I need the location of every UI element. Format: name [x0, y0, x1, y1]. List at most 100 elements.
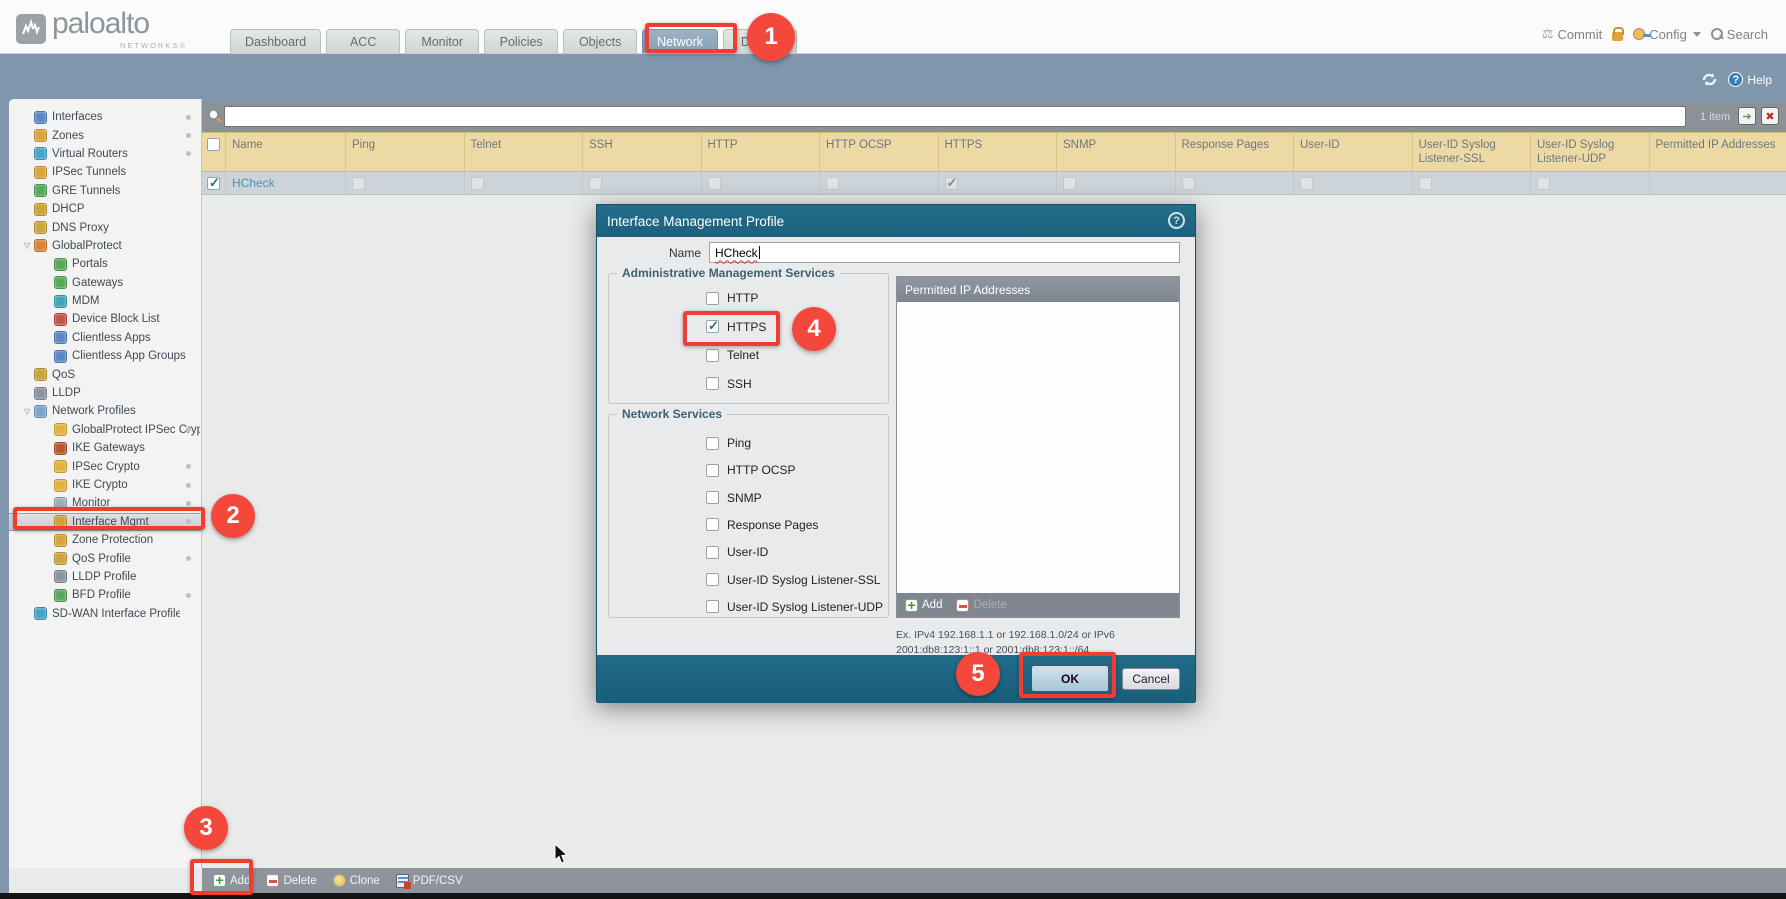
tree-expand-icon[interactable]: ▽	[24, 241, 34, 250]
dialog-help-icon[interactable]: ?	[1168, 212, 1185, 229]
permitted-add-icon	[905, 599, 918, 612]
column-header-ssh[interactable]: SSH	[583, 133, 702, 171]
sidebar-item-bfd-profile[interactable]: BFD Profile	[9, 586, 201, 604]
clear-filter-button[interactable]	[1761, 107, 1779, 125]
column-header-ping[interactable]: Ping	[346, 133, 465, 171]
name-label: Name	[597, 246, 701, 260]
sidebar-item-zones[interactable]: Zones	[9, 126, 201, 144]
sidebar-item-label: GlobalProtect	[52, 240, 122, 252]
network-services-checkbox-user-id-syslog-listener-ssl[interactable]	[706, 573, 719, 586]
column-header-user-id-syslog-listener-ssl[interactable]: User-ID Syslog Listener-SSL	[1413, 133, 1532, 171]
profiles-table: NamePingTelnetSSHHTTPHTTP OCSPHTTPSSNMPR…	[202, 132, 1786, 195]
network-services-checkbox-http-ocsp[interactable]	[706, 464, 719, 477]
sidebar-item-interface-mgmt[interactable]: Interface Mgmt	[9, 513, 201, 531]
sidebar-item-qos-profile[interactable]: QoS Profile	[9, 549, 201, 567]
sidebar-item-label: Monitor	[72, 497, 110, 509]
clone-button[interactable]: Clone	[333, 874, 380, 887]
text-caret	[759, 246, 760, 259]
permitted-add-button[interactable]: Add	[905, 599, 942, 612]
network-services-checkbox-user-id[interactable]	[706, 546, 719, 559]
sidebar-item-device-block-list[interactable]: Device Block List	[9, 310, 201, 328]
zones-icon	[34, 129, 47, 142]
network-services-checkbox-ping[interactable]	[706, 437, 719, 450]
column-header-telnet[interactable]: Telnet	[465, 133, 584, 171]
column-header-snmp[interactable]: SNMP	[1057, 133, 1176, 171]
sidebar-item-ipsec-tunnels[interactable]: IPSec Tunnels	[9, 163, 201, 181]
sidebar-item-monitor[interactable]: Monitor	[9, 494, 201, 512]
network-services-checkbox-snmp[interactable]	[706, 491, 719, 504]
sidebar-item-clientless-apps[interactable]: Clientless Apps	[9, 329, 201, 347]
sidebar-item-label: Clientless App Groups	[72, 350, 186, 362]
admin-services-checkbox-http[interactable]	[706, 292, 719, 305]
sidebar-item-zone-protection[interactable]: Zone Protection	[9, 531, 201, 549]
sidebar-item-gateways[interactable]: Gateways	[9, 274, 201, 292]
commit-button[interactable]: ⚖ Commit	[1542, 26, 1602, 42]
tab-monitor[interactable]: Monitor	[405, 29, 479, 53]
filter-input[interactable]	[224, 106, 1686, 127]
tab-dashboard[interactable]: Dashboard	[230, 29, 321, 53]
column-header-user-id[interactable]: User-ID	[1294, 133, 1413, 171]
column-header-http-ocsp[interactable]: HTTP OCSP	[820, 133, 939, 171]
sidebar-item-qos[interactable]: QoS	[9, 365, 201, 383]
ok-button[interactable]: OK	[1031, 665, 1109, 692]
sidebar-item-gre-tunnels[interactable]: GRE Tunnels	[9, 182, 201, 200]
tab-acc[interactable]: ACC	[326, 29, 400, 53]
dialog-footer: OK Cancel	[597, 655, 1195, 703]
column-header-user-id-syslog-listener-udp[interactable]: User-ID Syslog Listener-UDP	[1531, 133, 1650, 171]
sidebar-item-lldp[interactable]: LLDP	[9, 384, 201, 402]
sidebar-item-globalprotect-ipsec-crypt[interactable]: GlobalProtect IPSec Crypt	[9, 421, 201, 439]
sidebar-item-ipsec-crypto[interactable]: IPSec Crypto	[9, 457, 201, 475]
tree-expand-icon[interactable]: ▽	[24, 407, 34, 416]
sidebar-item-lldp-profile[interactable]: LLDP Profile	[9, 568, 201, 586]
checkbox-label: Response Pages	[727, 518, 818, 532]
sidebar-item-virtual-routers[interactable]: Virtual Routers	[9, 145, 201, 163]
pdf-csv-button[interactable]: PDF/CSV	[396, 874, 463, 888]
sidebar-item-sd-wan-interface-profile[interactable]: SD-WAN Interface Profile	[9, 605, 201, 623]
sidebar-item-dhcp[interactable]: DHCP	[9, 200, 201, 218]
sidebar-item-mdm[interactable]: MDM	[9, 292, 201, 310]
sidebar-item-interfaces[interactable]: Interfaces	[9, 108, 201, 126]
permitted-delete-button[interactable]: Delete	[956, 599, 1006, 612]
sidebar-item-portals[interactable]: Portals	[9, 255, 201, 273]
apply-filter-button[interactable]	[1738, 107, 1756, 125]
sidebar-item-dns-proxy[interactable]: DNS Proxy	[9, 218, 201, 236]
search-icon	[1711, 28, 1723, 40]
column-header-https[interactable]: HTTPS	[939, 133, 1058, 171]
add-button[interactable]: Add	[213, 874, 250, 887]
sidebar-item-network-profiles[interactable]: ▽Network Profiles	[9, 402, 201, 420]
sidebar-item-label: IKE Crypto	[72, 479, 128, 491]
sidebar-item-clientless-app-groups[interactable]: Clientless App Groups	[9, 347, 201, 365]
column-header-permitted-ip-addresses[interactable]: Permitted IP Addresses	[1650, 133, 1786, 171]
sidebar-item-label: LLDP	[52, 387, 81, 399]
table-row[interactable]: HCheck	[202, 172, 1786, 195]
column-header-name[interactable]: Name	[226, 133, 346, 171]
admin-services-checkbox-ssh[interactable]	[706, 377, 719, 390]
sidebar-item-ike-crypto[interactable]: IKE Crypto	[9, 476, 201, 494]
refresh-icon[interactable]	[1701, 72, 1718, 87]
cancel-button[interactable]: Cancel	[1122, 668, 1180, 690]
name-field[interactable]: HCheck	[709, 242, 1180, 263]
tab-network[interactable]: Network	[642, 29, 718, 53]
lock-icon[interactable]	[1612, 32, 1623, 41]
service-state-checkbox	[708, 177, 721, 190]
row-select-checkbox[interactable]	[207, 177, 220, 190]
column-header-http[interactable]: HTTP	[702, 133, 821, 171]
search-button[interactable]: Search	[1711, 27, 1768, 42]
permitted-ip-list[interactable]	[897, 302, 1179, 593]
sidebar-item-globalprotect[interactable]: ▽ GlobalProtect	[9, 237, 201, 255]
table-header-row: NamePingTelnetSSHHTTPHTTP OCSPHTTPSSNMPR…	[202, 132, 1786, 172]
profile-name-link[interactable]: HCheck	[232, 176, 275, 190]
network-services-checkbox-user-id-syslog-listener-udp[interactable]	[706, 600, 719, 613]
config-menu-button[interactable]: Config	[1633, 27, 1701, 42]
tab-policies[interactable]: Policies	[484, 29, 558, 53]
delete-button[interactable]: Delete	[266, 874, 316, 887]
select-all-checkbox[interactable]	[207, 138, 220, 151]
sidebar-item-ike-gateways[interactable]: IKE Gateways	[9, 439, 201, 457]
column-header-response-pages[interactable]: Response Pages	[1176, 133, 1295, 171]
tab-objects[interactable]: Objects	[563, 29, 637, 53]
admin-services-checkbox-telnet[interactable]	[706, 349, 719, 362]
admin-services-checkbox-https[interactable]	[706, 320, 719, 333]
network-services-checkbox-response-pages[interactable]	[706, 518, 719, 531]
help-button[interactable]: ? Help	[1728, 72, 1772, 87]
tab-device[interactable]: Device	[723, 29, 797, 53]
